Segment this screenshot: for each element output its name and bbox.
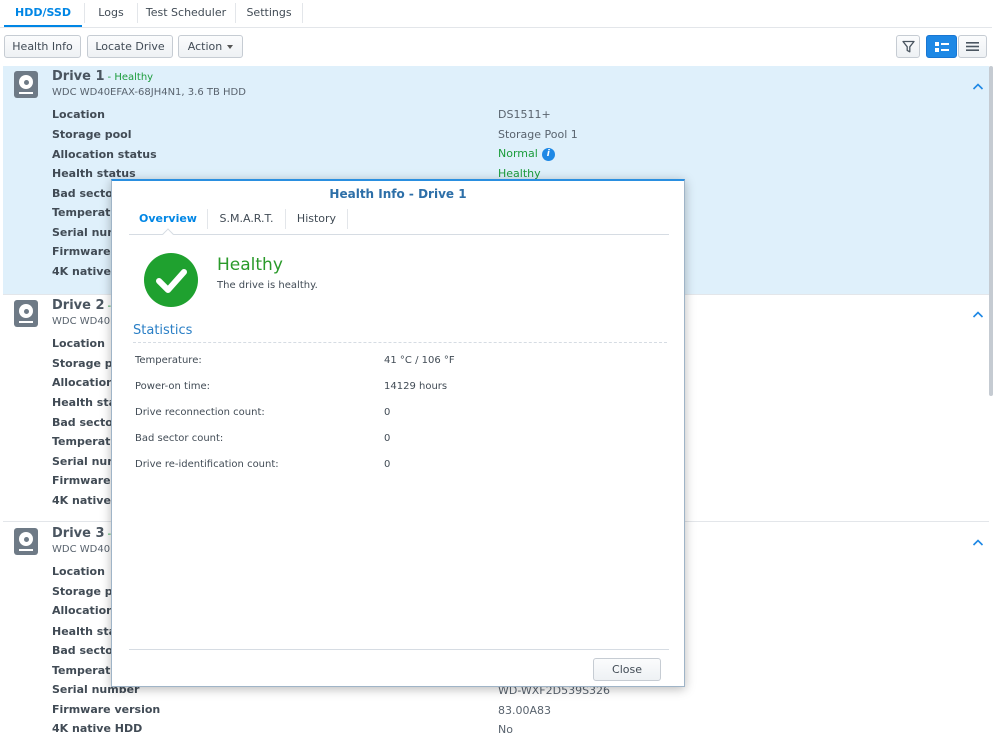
stat-label-reidentification-count: Drive re-identification count: xyxy=(135,459,279,470)
stat-label-reconnection-count: Drive reconnection count: xyxy=(135,407,265,418)
value-storage-pool: Storage Pool 1 xyxy=(498,128,578,141)
stat-value-reconnection-count: 0 xyxy=(384,407,391,418)
health-info-dialog: Health Info - Drive 1 Overview S.M.A.R.T… xyxy=(111,179,685,687)
list-view-button[interactable] xyxy=(958,35,987,58)
hard-drive-icon xyxy=(14,300,38,327)
action-dropdown-button[interactable]: Action xyxy=(178,35,243,58)
value-allocation-status: Normal i xyxy=(498,147,555,161)
tab-logs[interactable]: Logs xyxy=(85,0,137,27)
chevron-up-icon[interactable] xyxy=(972,82,984,91)
tab-separator xyxy=(347,209,348,229)
tab-smart[interactable]: S.M.A.R.T. xyxy=(208,206,285,233)
filter-button[interactable] xyxy=(896,35,920,58)
drive-title: Drive 1- Healthy xyxy=(52,69,153,84)
value-location: DS1511+ xyxy=(498,108,551,121)
drive-model: WDC WD40E xyxy=(52,316,117,327)
healthy-check-icon xyxy=(144,253,198,307)
close-button[interactable]: Close xyxy=(593,658,661,681)
footer-divider xyxy=(129,649,669,650)
list-detail-view-icon xyxy=(934,41,949,52)
health-status-heading: Healthy xyxy=(217,255,283,275)
label-4k-native-hdd: 4K native HDD xyxy=(52,722,143,735)
list-detail-view-button[interactable] xyxy=(926,35,957,58)
caret-down-icon xyxy=(227,44,234,49)
label-allocation-status: Allocation status xyxy=(52,148,157,161)
main-tab-bar: HDD/SSD Logs Test Scheduler Settings xyxy=(0,0,992,28)
vertical-scrollbar[interactable] xyxy=(989,66,993,396)
drive-status: - Healthy xyxy=(107,72,154,83)
stat-label-temperature: Temperature: xyxy=(135,355,202,366)
drive-model: WDC WD40E xyxy=(52,544,117,555)
value-4k-native-hdd: No xyxy=(498,723,513,736)
label-location: Location xyxy=(52,565,105,578)
stat-label-bad-sector-count: Bad sector count: xyxy=(135,433,224,444)
chevron-up-icon[interactable] xyxy=(972,310,984,319)
tab-test-scheduler[interactable]: Test Scheduler xyxy=(138,0,234,27)
filter-icon xyxy=(901,40,915,53)
label-firmware-version: Firmware version xyxy=(52,703,161,716)
tab-separator xyxy=(302,3,303,23)
info-icon[interactable]: i xyxy=(541,147,555,161)
stat-value-bad-sector-count: 0 xyxy=(384,433,391,444)
drive-name: Drive 1 xyxy=(52,69,105,84)
label-location: Location xyxy=(52,108,105,121)
label-storage-pool: Storage pool xyxy=(52,128,132,141)
statistics-divider xyxy=(133,342,667,343)
drive-model: WDC WD40EFAX-68JH4N1, 3.6 TB HDD xyxy=(52,87,246,98)
health-info-button[interactable]: Health Info xyxy=(4,35,81,58)
tab-history[interactable]: History xyxy=(286,206,347,233)
stat-value-power-on-time: 14129 hours xyxy=(384,381,448,392)
value-firmware-version: 83.00A83 xyxy=(498,704,552,717)
tab-underline xyxy=(129,234,669,235)
stat-label-power-on-time: Power-on time: xyxy=(135,381,210,392)
action-button-label: Action xyxy=(187,40,223,53)
tab-hdd-ssd[interactable]: HDD/SSD xyxy=(4,0,82,27)
drive-title: Drive 2- I xyxy=(52,298,117,313)
hard-drive-icon xyxy=(14,528,38,555)
stat-value-reidentification-count: 0 xyxy=(384,459,391,470)
allocation-status-text: Normal xyxy=(498,147,538,160)
health-status-description: The drive is healthy. xyxy=(217,280,318,291)
list-view-icon xyxy=(966,42,979,51)
drive-name: Drive 2 xyxy=(52,298,105,313)
statistics-heading: Statistics xyxy=(133,323,193,338)
label-location: Location xyxy=(52,337,105,350)
chevron-up-icon[interactable] xyxy=(972,538,984,547)
hard-drive-icon xyxy=(14,71,38,98)
stat-value-temperature: 41 °C / 106 °F xyxy=(384,355,455,366)
drive-name: Drive 3 xyxy=(52,526,105,541)
locate-drive-button[interactable]: Locate Drive xyxy=(87,35,173,58)
tab-settings[interactable]: Settings xyxy=(236,0,302,27)
drive-title: Drive 3- I xyxy=(52,526,117,541)
